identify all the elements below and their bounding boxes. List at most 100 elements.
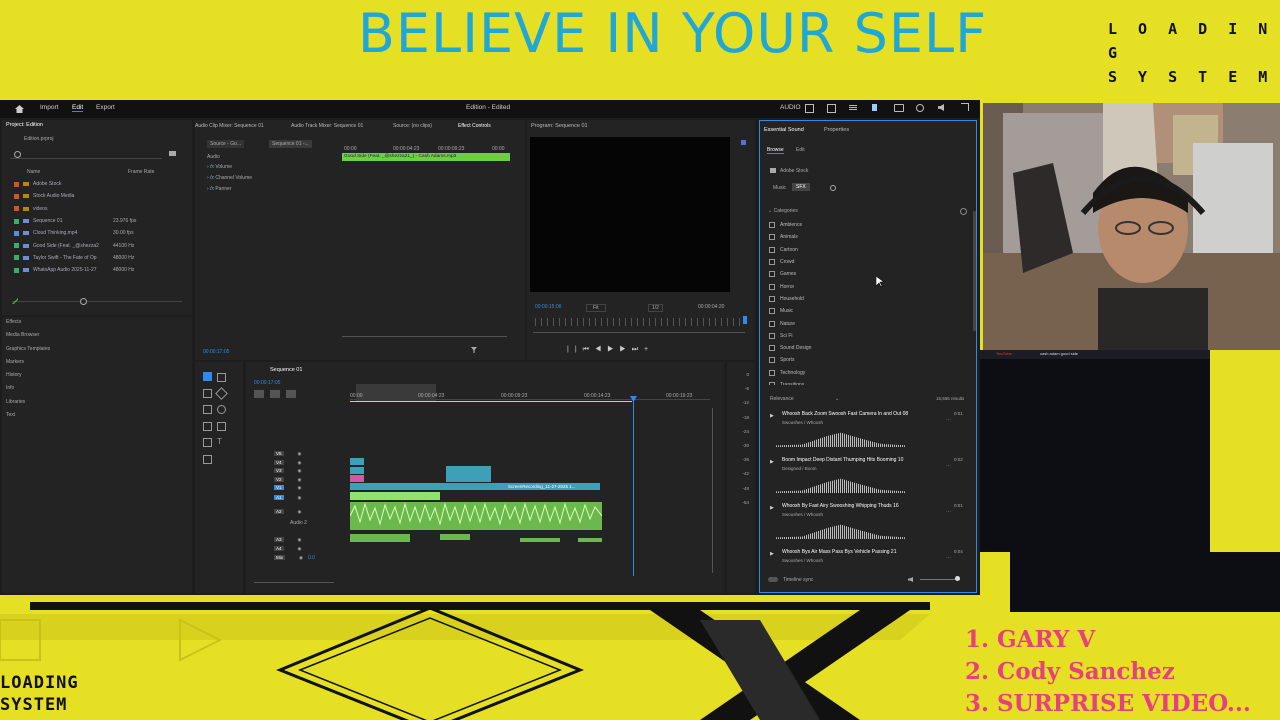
panel-link[interactable]: Media Browser [6,332,50,345]
video-clip[interactable] [446,466,491,482]
slip-icon[interactable] [203,405,212,414]
category-checkbox[interactable] [769,283,775,290]
bin-icon[interactable] [169,151,176,156]
music-tab[interactable]: Music [773,185,786,191]
category-checkbox[interactable] [769,345,775,352]
edit-tab[interactable]: Edit [796,147,805,153]
track-header[interactable]: A3 ◉ [274,537,301,543]
category-item[interactable]: Sound Design [769,342,959,354]
video-clip[interactable] [350,467,364,474]
type-tool-icon[interactable]: T [217,438,224,446]
speaker-icon[interactable] [938,104,944,111]
panel-link[interactable]: History [6,372,50,385]
essential-sound-tab[interactable]: Essential Sound [764,127,804,133]
selection-tool-icon[interactable] [203,372,212,381]
panel-link[interactable]: Graphics Templates [6,346,50,359]
sound-result[interactable]: ▶ Boom Impact Deep Distant Thumping Hits … [768,457,968,503]
youtube-logo[interactable]: YouTube [996,351,1012,356]
project-item[interactable]: videos [12,203,187,215]
track-header[interactable]: V5 ◉ [274,451,301,457]
playhead[interactable] [633,396,634,576]
fx-panner[interactable]: › fx Panner [207,186,231,192]
eye-icon[interactable]: ◉ [298,460,302,465]
sequence-dropdown[interactable]: Sequence 01 -... [269,140,312,148]
panel-link[interactable]: Text [6,412,50,425]
category-checkbox[interactable] [769,382,775,385]
sfx-search-input[interactable] [840,183,965,191]
timeline-tab[interactable]: Sequence 01 [270,367,302,373]
fullscreen-icon[interactable] [961,103,969,111]
timeline-sync-toggle[interactable] [768,577,778,582]
workspace-icon[interactable] [805,104,814,113]
mark-in-icon[interactable]: | [567,346,575,353]
search-icon[interactable] [916,104,924,112]
project-search-input[interactable] [10,149,162,159]
category-checkbox[interactable] [769,369,775,376]
category-item[interactable]: Horror [769,280,959,292]
project-item[interactable]: Good Side (Feat. _@shezza2 44100 Hz [12,239,187,251]
ripple-edit-icon[interactable] [203,389,212,398]
marker-icon[interactable] [286,390,296,398]
category-item[interactable]: Crowd [769,256,959,268]
sound-result[interactable]: ▶ Whoosh By Fast Airy Swooshing Whipping … [768,503,968,549]
resolution-dropdown[interactable]: 1/2 [648,304,663,312]
panel-link[interactable]: Info [6,385,50,398]
play-icon[interactable]: ▶ [770,551,774,557]
category-checkbox[interactable] [769,332,775,339]
adobe-stock-label[interactable]: Adobe Stock [780,168,808,174]
sound-result[interactable]: ▶ Whoosh Back Zoom Swoosh Fast Camera In … [768,411,968,457]
menu-export[interactable]: Export [96,104,115,111]
volume-handle[interactable] [955,576,960,581]
fx-channel-volume[interactable]: › fx Channel Volume [207,175,252,181]
audio-workspace[interactable]: AUDIO [780,104,801,111]
category-item[interactable]: Technology [769,367,959,379]
more-icon[interactable]: ⋯ [946,555,951,561]
track-header[interactable]: V2 ◉ [274,477,301,483]
source-tab[interactable]: Audio Track Mixer: Sequence 01 [291,123,363,129]
pen-icon[interactable] [217,405,226,414]
eye-icon[interactable]: ◉ [298,509,302,514]
track-header[interactable]: V3 ◉ [274,468,301,474]
video-clip-pink[interactable] [350,475,364,482]
program-scrollbar[interactable] [533,332,745,333]
category-checkbox[interactable] [769,259,775,266]
track-header[interactable]: A1 ◉ [274,495,301,501]
go-to-out-icon[interactable]: ⏭ [632,346,644,353]
category-checkbox[interactable] [769,357,775,364]
eye-icon[interactable]: ◉ [298,537,302,542]
razor-icon[interactable] [215,387,228,400]
program-playhead[interactable] [743,316,747,324]
category-checkbox[interactable] [769,222,775,229]
share-icon[interactable] [827,104,836,113]
categories-header[interactable]: ⌄ Categories [768,208,798,214]
col-frame-rate[interactable]: Frame Rate [128,169,154,175]
audio-waveforms[interactable] [350,492,602,552]
add-icon[interactable]: + [644,346,654,353]
category-item[interactable]: Games [769,268,959,280]
play-icon[interactable]: ▶ [770,459,774,465]
program-tab[interactable]: Program: Sequence 01 [531,123,588,129]
eye-icon[interactable]: ◉ [299,555,303,560]
panel-link[interactable]: Effects [6,319,50,332]
filter-icon[interactable] [471,347,477,353]
category-item[interactable]: Transitions [769,379,959,385]
track-header[interactable]: V1 ◉ [274,485,301,491]
volume-icon[interactable] [908,577,913,582]
reset-icon[interactable] [960,208,967,215]
search-icon[interactable] [830,185,836,191]
timeline-vscroll[interactable] [712,408,713,573]
home-icon[interactable] [15,105,24,113]
category-checkbox[interactable] [769,234,775,241]
timeline-scrollbar[interactable] [254,582,334,583]
eye-icon[interactable]: ◉ [298,468,302,473]
col-name[interactable]: Name [27,169,40,175]
properties-tab[interactable]: Properties [824,127,849,133]
project-item[interactable]: Adobe Stock [12,178,187,190]
sort-dropdown[interactable]: Relevance ⌄ [770,396,839,402]
eye-icon[interactable]: ◉ [298,546,302,551]
category-item[interactable]: Sci Fi [769,330,959,342]
fx-volume[interactable]: › fx Volume [207,164,232,170]
video-clip[interactable] [350,458,364,465]
track-header[interactable]: V4 ◉ [274,460,301,466]
zoom-icon[interactable] [203,438,212,447]
